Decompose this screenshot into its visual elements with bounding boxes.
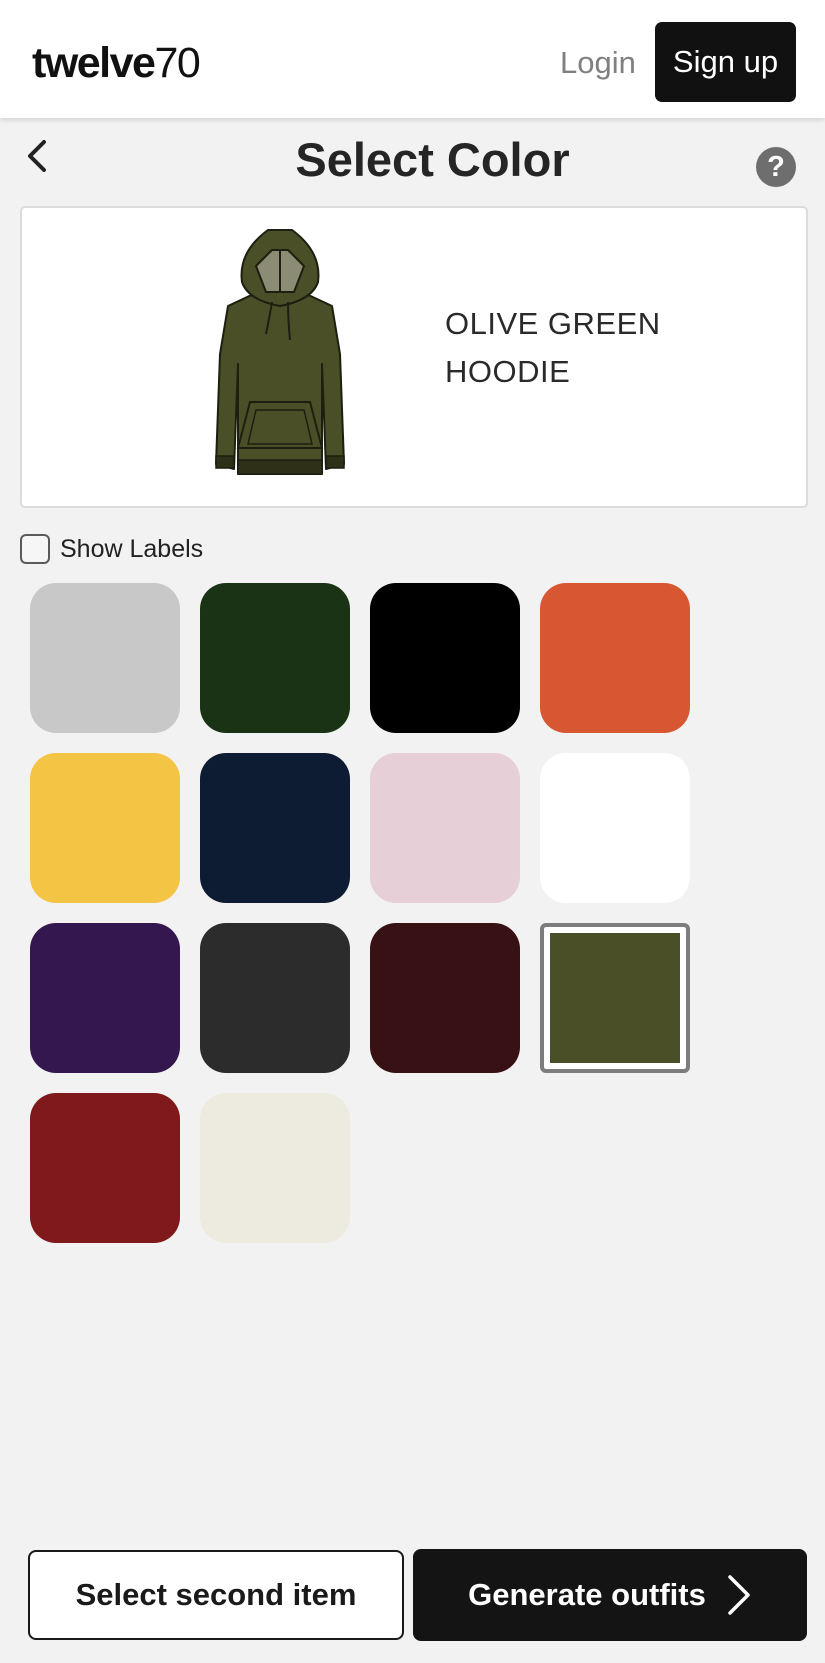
- show-labels-toggle[interactable]: Show Labels: [20, 533, 203, 565]
- selected-product-card: OLIVE GREEN HOODIE: [20, 206, 808, 508]
- chevron-right-icon: [728, 1575, 750, 1615]
- top-navigation-bar: twelve 70 Login Sign up: [0, 0, 825, 118]
- color-swatch[interactable]: [540, 583, 690, 733]
- twelve70-logo[interactable]: twelve 70: [32, 39, 201, 87]
- signup-button[interactable]: Sign up: [655, 22, 796, 102]
- color-swatch[interactable]: [200, 923, 350, 1073]
- logo-light-text: 70: [154, 39, 200, 87]
- product-name-line-1: OLIVE GREEN: [445, 306, 661, 341]
- page-title: Select Color: [295, 133, 570, 186]
- generate-outfits-label: Generate outfits: [468, 1577, 706, 1612]
- color-swatch[interactable]: [370, 923, 520, 1073]
- generate-outfits-button[interactable]: Generate outfits: [413, 1549, 807, 1641]
- color-swatch[interactable]: [540, 923, 690, 1073]
- help-icon[interactable]: ?: [756, 147, 796, 187]
- page: twelve 70 Login Sign up Select Color ? O…: [0, 0, 825, 1663]
- color-swatch[interactable]: [200, 753, 350, 903]
- show-labels-checkbox[interactable]: [20, 534, 50, 564]
- color-swatch[interactable]: [370, 753, 520, 903]
- color-swatch[interactable]: [540, 753, 690, 903]
- hoodie-illustration: [215, 229, 345, 475]
- select-second-item-button[interactable]: Select second item: [28, 1550, 404, 1640]
- show-labels-label: Show Labels: [60, 534, 204, 563]
- product-name: OLIVE GREEN HOODIE: [445, 300, 745, 396]
- logo-bold-text: twelve: [32, 39, 156, 87]
- product-name-line-2: HOODIE: [445, 354, 571, 389]
- color-swatch[interactable]: [30, 753, 180, 903]
- color-swatch[interactable]: [370, 583, 520, 733]
- login-link[interactable]: Login: [560, 40, 636, 86]
- color-swatch[interactable]: [30, 583, 180, 733]
- color-swatch[interactable]: [200, 1093, 350, 1243]
- color-swatch[interactable]: [30, 1093, 180, 1243]
- color-swatch[interactable]: [30, 923, 180, 1073]
- color-swatch[interactable]: [200, 583, 350, 733]
